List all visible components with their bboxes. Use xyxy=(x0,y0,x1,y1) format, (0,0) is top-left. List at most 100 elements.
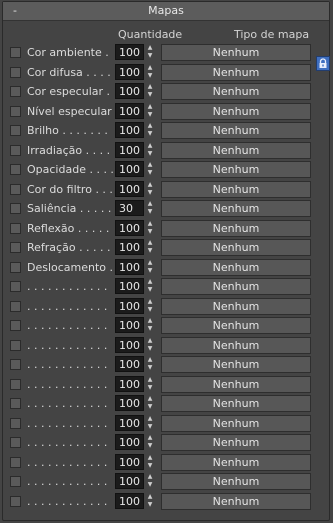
spinner-down-icon[interactable]: ▼ xyxy=(148,345,153,352)
spinner-down-icon[interactable]: ▼ xyxy=(148,169,153,176)
map-slot-button[interactable]: Nenhum xyxy=(161,63,311,81)
map-slot-button[interactable]: Nenhum xyxy=(161,317,311,334)
spinner-down-icon[interactable]: ▼ xyxy=(148,111,153,118)
amount-spinner-field[interactable]: 100 xyxy=(115,141,144,158)
map-slot-button[interactable]: Nenhum xyxy=(161,356,311,373)
spinner-down-icon[interactable]: ▼ xyxy=(148,442,153,449)
spinner-up-icon[interactable]: ▲ xyxy=(148,493,153,500)
amount-spinner-arrows[interactable]: ▲ ▼ xyxy=(145,434,155,450)
spinner-down-icon[interactable]: ▼ xyxy=(148,208,153,215)
channel-enable-checkbox[interactable] xyxy=(10,86,21,97)
amount-spinner-field[interactable]: 100 xyxy=(115,434,144,450)
amount-spinner-arrows[interactable]: ▲ ▼ xyxy=(145,200,155,216)
spinner-down-icon[interactable]: ▼ xyxy=(148,384,153,391)
channel-enable-checkbox[interactable] xyxy=(10,261,21,273)
spinner-down-icon[interactable]: ▼ xyxy=(148,247,153,254)
map-slot-button[interactable]: Nenhum xyxy=(161,473,311,490)
spinner-up-icon[interactable]: ▲ xyxy=(148,64,153,71)
spinner-up-icon[interactable]: ▲ xyxy=(148,122,153,129)
spinner-up-icon[interactable]: ▲ xyxy=(148,200,153,207)
spinner-up-icon[interactable]: ▲ xyxy=(148,278,153,285)
spinner-down-icon[interactable]: ▼ xyxy=(148,423,153,430)
amount-spinner-field[interactable]: 100 xyxy=(115,161,144,177)
map-slot-button[interactable]: Nenhum xyxy=(161,492,311,510)
spinner-up-icon[interactable]: ▲ xyxy=(148,83,153,90)
spinner-down-icon[interactable]: ▼ xyxy=(148,130,153,137)
channel-enable-checkbox[interactable] xyxy=(10,300,21,312)
amount-spinner-field[interactable]: 100 xyxy=(115,239,144,255)
amount-spinner-arrows[interactable]: ▲ ▼ xyxy=(145,356,155,372)
amount-spinner-arrows[interactable]: ▲ ▼ xyxy=(145,395,155,411)
amount-spinner-arrows[interactable]: ▲ ▼ xyxy=(145,64,155,80)
map-slot-button[interactable]: Nenhum xyxy=(161,44,311,61)
amount-spinner-arrows[interactable]: ▲ ▼ xyxy=(145,473,155,489)
spinner-up-icon[interactable]: ▲ xyxy=(148,103,153,110)
channel-enable-checkbox[interactable] xyxy=(10,495,21,507)
spinner-up-icon[interactable]: ▲ xyxy=(148,454,153,461)
amount-spinner-field[interactable]: 100 xyxy=(115,122,144,138)
amount-spinner-field[interactable]: 100 xyxy=(115,258,144,275)
amount-spinner-field[interactable]: 100 xyxy=(115,414,144,431)
spinner-down-icon[interactable]: ▼ xyxy=(148,267,153,274)
amount-spinner-arrows[interactable]: ▲ ▼ xyxy=(145,317,155,333)
rollout-titlebar[interactable]: - Mapas xyxy=(3,2,329,21)
amount-spinner-arrows[interactable]: ▲ ▼ xyxy=(145,239,155,255)
amount-spinner-arrows[interactable]: ▲ ▼ xyxy=(145,337,155,353)
amount-spinner-field[interactable]: 30 xyxy=(115,200,144,216)
map-slot-button[interactable]: Nenhum xyxy=(161,180,311,198)
amount-spinner-field[interactable]: 100 xyxy=(115,180,144,197)
spinner-down-icon[interactable]: ▼ xyxy=(148,501,153,508)
channel-enable-checkbox[interactable] xyxy=(10,456,21,468)
spinner-up-icon[interactable]: ▲ xyxy=(148,181,153,188)
map-slot-button[interactable]: Nenhum xyxy=(161,200,311,217)
map-slot-button[interactable]: Nenhum xyxy=(161,161,311,178)
channel-enable-checkbox[interactable] xyxy=(10,203,21,214)
amount-spinner-field[interactable]: 100 xyxy=(115,356,144,372)
amount-spinner-field[interactable]: 100 xyxy=(115,375,144,392)
channel-enable-checkbox[interactable] xyxy=(10,222,21,234)
channel-enable-checkbox[interactable] xyxy=(10,144,21,156)
amount-spinner-arrows[interactable]: ▲ ▼ xyxy=(145,376,155,392)
amount-spinner-arrows[interactable]: ▲ ▼ xyxy=(145,493,155,509)
channel-enable-checkbox[interactable] xyxy=(10,398,21,409)
amount-spinner-arrows[interactable]: ▲ ▼ xyxy=(145,142,155,158)
amount-spinner-arrows[interactable]: ▲ ▼ xyxy=(145,161,155,177)
channel-enable-checkbox[interactable] xyxy=(10,183,21,195)
map-slot-button[interactable]: Nenhum xyxy=(161,83,311,100)
map-slot-button[interactable]: Nenhum xyxy=(161,453,311,471)
spinner-down-icon[interactable]: ▼ xyxy=(148,52,153,59)
spinner-down-icon[interactable]: ▼ xyxy=(148,72,153,79)
channel-enable-checkbox[interactable] xyxy=(10,125,21,136)
amount-spinner-arrows[interactable]: ▲ ▼ xyxy=(145,259,155,275)
spinner-down-icon[interactable]: ▼ xyxy=(148,286,153,293)
spinner-down-icon[interactable]: ▼ xyxy=(148,364,153,371)
spinner-down-icon[interactable]: ▼ xyxy=(148,481,153,488)
channel-enable-checkbox[interactable] xyxy=(10,437,21,448)
spinner-up-icon[interactable]: ▲ xyxy=(148,220,153,227)
collapse-toggle[interactable]: - xyxy=(9,2,21,19)
spinner-up-icon[interactable]: ▲ xyxy=(148,298,153,305)
map-slot-button[interactable]: Nenhum xyxy=(161,102,311,120)
channel-enable-checkbox[interactable] xyxy=(10,339,21,351)
spinner-up-icon[interactable]: ▲ xyxy=(148,161,153,168)
spinner-down-icon[interactable]: ▼ xyxy=(148,189,153,196)
amount-spinner-field[interactable]: 100 xyxy=(115,492,144,509)
channel-enable-checkbox[interactable] xyxy=(10,105,21,117)
amount-spinner-arrows[interactable]: ▲ ▼ xyxy=(145,298,155,314)
amount-spinner-field[interactable]: 100 xyxy=(115,317,144,333)
spinner-up-icon[interactable]: ▲ xyxy=(148,317,153,324)
amount-spinner-arrows[interactable]: ▲ ▼ xyxy=(145,454,155,470)
amount-spinner-field[interactable]: 100 xyxy=(115,63,144,80)
channel-enable-checkbox[interactable] xyxy=(10,359,21,370)
spinner-up-icon[interactable]: ▲ xyxy=(148,395,153,402)
channel-enable-checkbox[interactable] xyxy=(10,378,21,390)
amount-spinner-field[interactable]: 100 xyxy=(115,44,144,60)
map-slot-button[interactable]: Nenhum xyxy=(161,122,311,139)
map-slot-button[interactable]: Nenhum xyxy=(161,278,311,295)
map-slot-button[interactable]: Nenhum xyxy=(161,141,311,159)
spinner-down-icon[interactable]: ▼ xyxy=(148,228,153,235)
map-slot-button[interactable]: Nenhum xyxy=(161,239,311,256)
amount-spinner-arrows[interactable]: ▲ ▼ xyxy=(145,278,155,294)
spinner-down-icon[interactable]: ▼ xyxy=(148,403,153,410)
map-slot-button[interactable]: Nenhum xyxy=(161,258,311,276)
